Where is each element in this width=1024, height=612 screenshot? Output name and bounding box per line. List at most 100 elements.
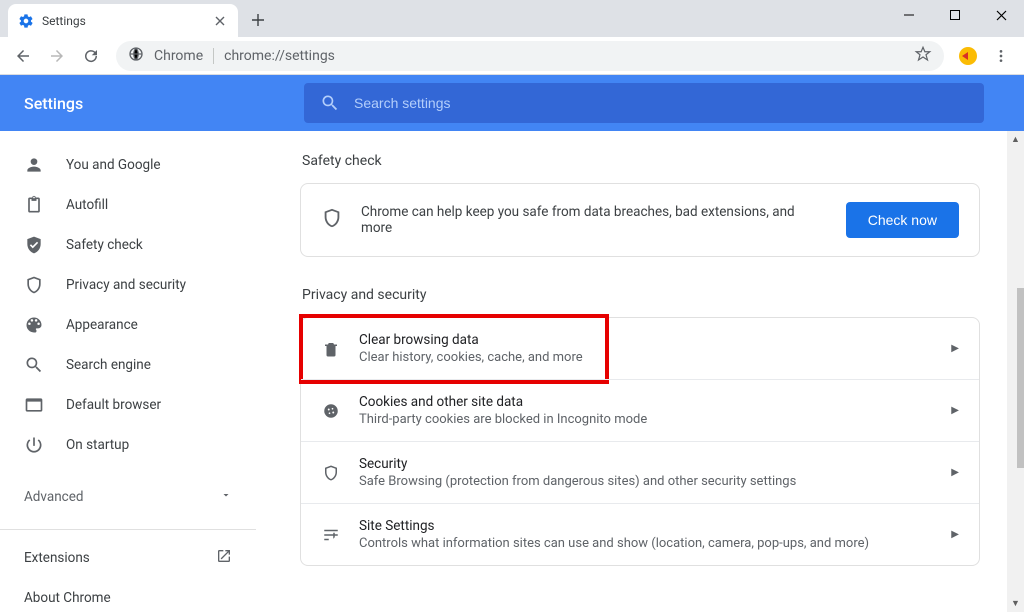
- window-controls: [886, 0, 1024, 30]
- content-area: You and Google Autofill Safety check Pri…: [0, 131, 1024, 612]
- nav-label: Default browser: [66, 397, 232, 413]
- chevron-down-icon: [220, 489, 232, 505]
- scroll-up-button[interactable]: ▲: [1007, 131, 1024, 148]
- nav-label: Search engine: [66, 357, 232, 373]
- vertical-scrollbar[interactable]: ▲ ▼: [1007, 131, 1024, 612]
- privacy-security-card: Clear browsing data Clear history, cooki…: [300, 317, 980, 566]
- trash-icon: [321, 340, 341, 358]
- shield-icon: [24, 275, 44, 295]
- sidebar-advanced-toggle[interactable]: Advanced: [0, 473, 256, 521]
- omnibox-divider: [213, 48, 214, 64]
- row-sub: Third-party cookies are blocked in Incog…: [359, 412, 933, 427]
- chevron-right-icon: ▶: [951, 529, 959, 540]
- safety-check-heading: Safety check: [302, 153, 980, 169]
- settings-header: Settings: [0, 75, 1024, 131]
- close-tab-button[interactable]: [212, 13, 228, 29]
- sidebar-item-you-and-google[interactable]: You and Google: [0, 145, 256, 185]
- nav-label: You and Google: [66, 157, 232, 173]
- row-cookies[interactable]: Cookies and other site data Third-party …: [301, 379, 979, 441]
- extension-icon[interactable]: [954, 42, 982, 70]
- site-info-icon[interactable]: [128, 46, 144, 66]
- sliders-icon: [321, 526, 341, 544]
- browser-toolbar: Chrome chrome://settings: [0, 37, 1024, 75]
- row-text: Security Safe Browsing (protection from …: [359, 456, 933, 489]
- row-title: Cookies and other site data: [359, 394, 933, 410]
- sidebar-item-autofill[interactable]: Autofill: [0, 185, 256, 225]
- row-clear-browsing-data[interactable]: Clear browsing data Clear history, cooki…: [301, 318, 979, 379]
- person-icon: [24, 155, 44, 175]
- sidebar-item-default-browser[interactable]: Default browser: [0, 385, 256, 425]
- row-security[interactable]: Security Safe Browsing (protection from …: [301, 441, 979, 503]
- forward-button[interactable]: [42, 41, 72, 71]
- privacy-security-heading: Privacy and security: [302, 287, 980, 303]
- chevron-right-icon: ▶: [951, 467, 959, 478]
- shield-icon: [321, 464, 341, 482]
- sidebar-item-safety-check[interactable]: Safety check: [0, 225, 256, 265]
- sidebar: You and Google Autofill Safety check Pri…: [0, 131, 256, 612]
- minimize-button[interactable]: [886, 0, 932, 30]
- cookie-icon: [321, 402, 341, 420]
- url-text: chrome://settings: [224, 48, 904, 64]
- row-title: Security: [359, 456, 933, 472]
- clipboard-icon: [24, 195, 44, 215]
- row-sub: Controls what information sites can use …: [359, 536, 933, 551]
- bookmark-star-icon[interactable]: [914, 45, 932, 67]
- scroll-down-button[interactable]: ▼: [1007, 595, 1024, 612]
- row-text: Cookies and other site data Third-party …: [359, 394, 933, 427]
- shield-check-icon: [24, 235, 44, 255]
- row-sub: Safe Browsing (protection from dangerous…: [359, 474, 933, 489]
- chrome-menu-button[interactable]: [986, 41, 1016, 71]
- settings-search-input[interactable]: [354, 95, 968, 111]
- sidebar-item-appearance[interactable]: Appearance: [0, 305, 256, 345]
- site-label: Chrome: [154, 48, 203, 64]
- back-button[interactable]: [8, 41, 38, 71]
- magnifier-icon: [24, 355, 44, 375]
- tab-title: Settings: [42, 14, 204, 28]
- close-window-button[interactable]: [978, 0, 1024, 30]
- nav-label: Appearance: [66, 317, 232, 333]
- palette-icon: [24, 315, 44, 335]
- settings-search[interactable]: [304, 83, 984, 123]
- sidebar-about-chrome[interactable]: About Chrome: [0, 578, 256, 612]
- chevron-right-icon: ▶: [951, 343, 959, 354]
- nav-label: On startup: [66, 437, 232, 453]
- about-label: About Chrome: [24, 590, 111, 606]
- gear-favicon-icon: [18, 13, 34, 29]
- row-title: Clear browsing data: [359, 332, 933, 348]
- chevron-right-icon: ▶: [951, 405, 959, 416]
- browser-window-icon: [24, 395, 44, 415]
- row-text: Clear browsing data Clear history, cooki…: [359, 332, 933, 365]
- sidebar-extensions-link[interactable]: Extensions: [0, 538, 256, 578]
- tab-strip: Settings: [0, 0, 272, 37]
- row-text: Site Settings Controls what information …: [359, 518, 933, 551]
- shield-outline-icon: [321, 207, 343, 233]
- sidebar-divider: [0, 529, 256, 530]
- sidebar-item-search-engine[interactable]: Search engine: [0, 345, 256, 385]
- check-now-button[interactable]: Check now: [846, 202, 959, 238]
- row-title: Site Settings: [359, 518, 933, 534]
- new-tab-button[interactable]: [244, 6, 272, 34]
- sidebar-item-privacy-security[interactable]: Privacy and security: [0, 265, 256, 305]
- maximize-button[interactable]: [932, 0, 978, 30]
- nav-label: Privacy and security: [66, 277, 232, 293]
- extensions-label: Extensions: [24, 550, 90, 566]
- settings-title: Settings: [24, 94, 244, 113]
- sidebar-item-on-startup[interactable]: On startup: [0, 425, 256, 465]
- main-panel: Safety check Chrome can help keep you sa…: [256, 131, 1024, 612]
- search-icon: [320, 93, 340, 113]
- row-sub: Clear history, cookies, cache, and more: [359, 350, 933, 365]
- main-inner: Safety check Chrome can help keep you sa…: [300, 131, 980, 566]
- address-bar[interactable]: Chrome chrome://settings: [116, 41, 944, 71]
- browser-tab[interactable]: Settings: [8, 4, 238, 37]
- nav-label: Safety check: [66, 237, 232, 253]
- reload-button[interactable]: [76, 41, 106, 71]
- advanced-label: Advanced: [24, 489, 84, 505]
- nav-label: Autofill: [66, 197, 232, 213]
- power-icon: [24, 435, 44, 455]
- safety-check-card: Chrome can help keep you safe from data …: [300, 183, 980, 257]
- scroll-thumb[interactable]: [1017, 288, 1024, 468]
- open-external-icon: [216, 548, 232, 568]
- titlebar: Settings: [0, 0, 1024, 37]
- row-site-settings[interactable]: Site Settings Controls what information …: [301, 503, 979, 565]
- safety-check-text: Chrome can help keep you safe from data …: [361, 204, 828, 236]
